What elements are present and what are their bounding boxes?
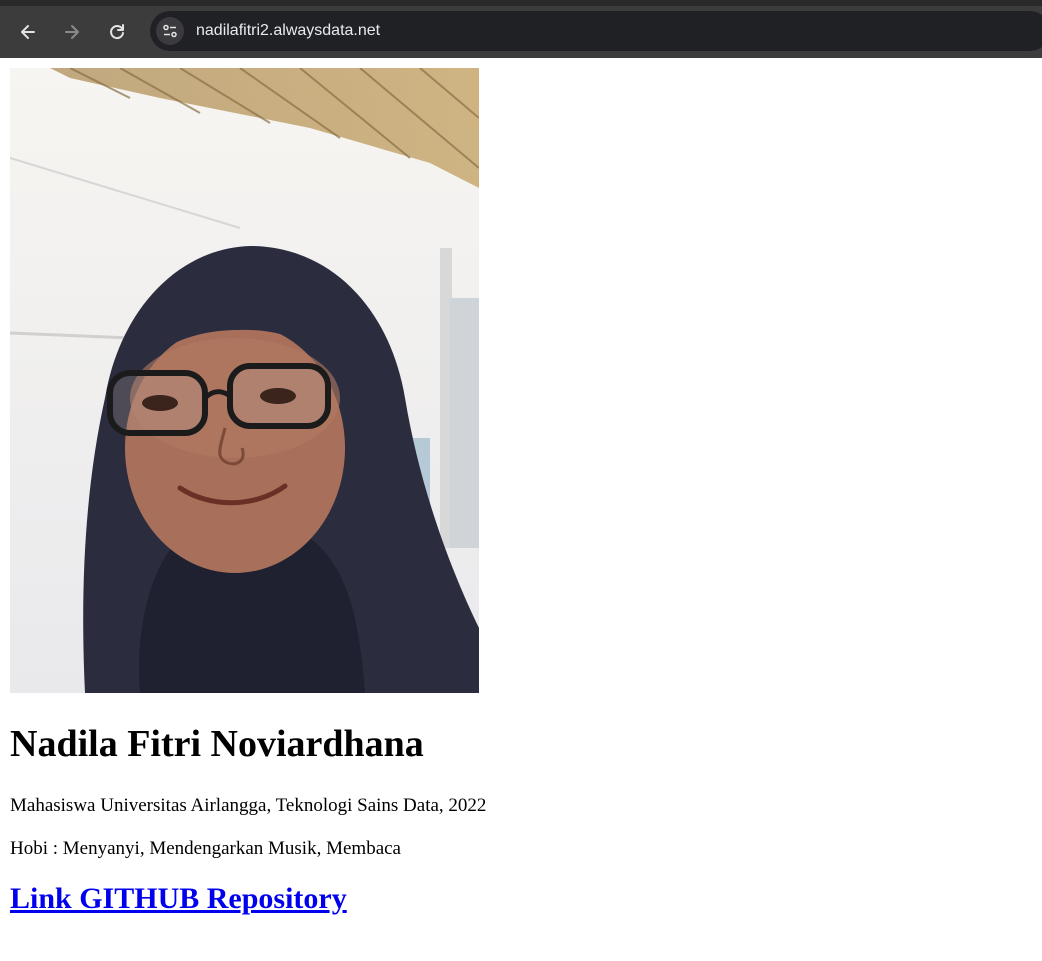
profile-name: Nadila Fitri Noviardhana <box>10 723 424 765</box>
forward-arrow-icon <box>65 25 79 39</box>
back-button[interactable] <box>12 16 44 48</box>
forward-button[interactable] <box>56 16 88 48</box>
hobbies-text: Hobi : Menyanyi, Mendengarkan Musik, Mem… <box>10 838 401 859</box>
github-repository-link[interactable]: Link GITHUB Repository <box>10 882 347 916</box>
reload-button[interactable] <box>101 16 133 48</box>
url-text[interactable]: nadilafitri2.alwaysdata.net <box>196 22 380 40</box>
site-info-button[interactable] <box>156 17 184 45</box>
address-bar[interactable]: nadilafitri2.alwaysdata.net <box>150 11 1042 51</box>
back-arrow-icon <box>21 25 35 39</box>
education-text: Mahasiswa Universitas Airlangga, Teknolo… <box>10 795 487 816</box>
reload-icon <box>110 24 124 40</box>
browser-toolbar: nadilafitri2.alwaysdata.net <box>0 0 1042 58</box>
site-info-icon <box>163 24 177 38</box>
profile-photo <box>10 68 479 693</box>
